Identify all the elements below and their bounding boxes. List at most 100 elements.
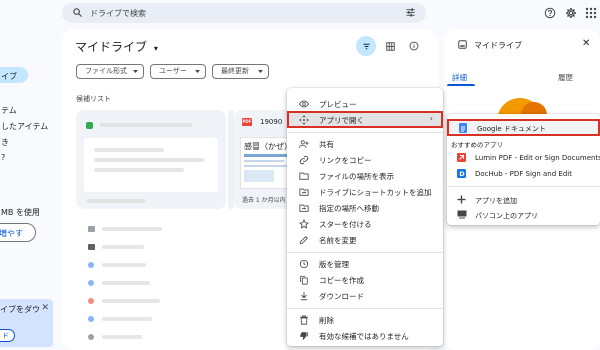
list-item[interactable]	[102, 227, 162, 231]
menu-item-label: プレビュー	[319, 100, 357, 109]
tab-activity[interactable]: 履歴	[558, 72, 573, 83]
promo-button-label: ド	[2, 332, 9, 340]
menu-divider	[447, 186, 600, 187]
computer-icon	[457, 210, 467, 220]
folder-icon	[88, 226, 95, 232]
list-item[interactable]	[102, 335, 142, 339]
info-icon[interactable]	[404, 36, 424, 56]
details-title: マイドライブ	[474, 41, 522, 50]
menu-item-preview[interactable]: プレビュー	[287, 96, 443, 112]
google-docs-icon	[459, 123, 469, 133]
thumb-heading: 感冒（かぜ）	[244, 142, 292, 151]
promo-close-icon[interactable]: ✕	[41, 303, 49, 313]
list-item[interactable]	[102, 299, 160, 303]
chevron-down-icon[interactable]: ▾	[154, 44, 158, 53]
menu-item-show-location[interactable]: ファイルの場所を表示	[287, 168, 443, 184]
menu-item-move[interactable]: 指定の場所へ移動	[287, 200, 443, 216]
menu-item-share[interactable]: 共有	[287, 136, 443, 152]
submenu-item-dochub[interactable]: D DocHub - PDF Sign and Edit	[447, 166, 600, 182]
submenu-item-label: Google ドキュメント	[477, 125, 546, 133]
file-reason-placeholder	[86, 199, 146, 203]
menu-item-star[interactable]: スターを付ける	[287, 216, 443, 232]
pdf-file-name: 19090	[260, 118, 283, 126]
menu-divider	[287, 308, 443, 309]
menu-item-label: リンクをコピー	[319, 156, 372, 165]
menu-item-download[interactable]: ダウンロード	[287, 288, 443, 304]
pencil-icon	[299, 235, 309, 245]
suggested-pdf-card[interactable]: PDF 19090 感冒（かぜ） 過去 1 か月以内	[234, 110, 294, 209]
promo-download-button[interactable]: ド	[0, 329, 15, 342]
apps-grid-icon[interactable]	[585, 7, 597, 19]
submenu-item-google-docs[interactable]: Google ドキュメント	[447, 119, 600, 136]
menu-item-delete[interactable]: 削除	[287, 312, 443, 328]
move-icon	[299, 203, 309, 213]
trash-icon	[299, 315, 309, 325]
menu-item-not-helpful[interactable]: 有効な候補ではありません	[287, 328, 443, 344]
pdf-thumbnail: 感冒（かぜ）	[240, 137, 294, 189]
details-close-icon[interactable]: ✕	[582, 38, 590, 49]
search-bar[interactable]: ドライブで検索	[62, 3, 426, 23]
submenu-item-add-app[interactable]: アプリを追加	[447, 192, 600, 208]
menu-item-rename[interactable]: 名前を変更	[287, 232, 443, 248]
pdf-file-icon: PDF	[242, 118, 252, 126]
folder-icon	[299, 171, 309, 181]
sidebar-item-recent[interactable]: き	[1, 137, 9, 148]
eye-icon	[299, 99, 309, 109]
sheets-file-icon	[86, 122, 93, 129]
menu-item-label: 指定の場所へ移動	[319, 204, 379, 213]
pdf-reason-text: 過去 1 か月以内	[242, 197, 286, 204]
list-item[interactable]	[102, 263, 146, 267]
filter-chip-people[interactable]: ユーザー	[150, 64, 206, 79]
thumb-down-icon	[299, 331, 309, 341]
submenu-item-label: Lumin PDF - Edit or Sign Documents	[475, 154, 600, 162]
promo-text: イブをダウ	[0, 305, 40, 314]
menu-item-make-copy[interactable]: コピーを作成	[287, 272, 443, 288]
sidebar-item-computers[interactable]: テム	[1, 105, 17, 116]
list-item[interactable]	[102, 245, 144, 249]
tab-details[interactable]: 詳細	[452, 72, 467, 83]
apps-move-icon	[299, 115, 309, 125]
caret-down-icon	[195, 70, 200, 73]
menu-item-open-with[interactable]: アプリで開く ›	[287, 111, 443, 128]
menu-divider	[287, 132, 443, 133]
menu-item-label: コピーを作成	[319, 276, 364, 285]
suggested-file-card[interactable]	[76, 110, 226, 209]
storage-usage-text: MB を使用	[1, 208, 40, 217]
search-options-icon[interactable]	[405, 7, 416, 18]
search-icon[interactable]	[72, 7, 83, 18]
menu-item-label: 名前を変更	[319, 236, 357, 245]
page-title[interactable]: マイドライブ ▾	[75, 38, 158, 55]
file-thumbnail	[84, 138, 218, 192]
submenu-item-lumin[interactable]: Lumin PDF - Edit or Sign Documents	[447, 150, 600, 166]
search-input[interactable]: ドライブで検索	[90, 8, 146, 19]
menu-item-label: 版を管理	[319, 260, 349, 269]
menu-item-manage-versions[interactable]: 版を管理	[287, 256, 443, 272]
grid-view-icon[interactable]	[380, 36, 400, 56]
menu-item-add-shortcut[interactable]: ドライブにショートカットを追加	[287, 184, 443, 200]
get-more-storage-button[interactable]: 増やす	[0, 223, 36, 242]
file-name-placeholder	[100, 123, 192, 127]
submenu-item-label: パソコン上のアプリ	[475, 212, 538, 220]
file-icon	[88, 334, 94, 340]
filter-chip-file-type[interactable]: ファイル形式	[76, 64, 144, 79]
filter-chip-label: 最終更新	[221, 67, 249, 75]
help-icon[interactable]	[544, 7, 556, 19]
menu-item-label: ダウンロード	[319, 292, 364, 301]
settings-gear-icon[interactable]	[565, 7, 577, 19]
submenu-item-computer-apps[interactable]: パソコン上のアプリ	[447, 207, 600, 223]
filter-icon[interactable]	[356, 36, 376, 56]
star-icon	[299, 219, 309, 229]
sidebar-item-starred[interactable]: ?	[1, 153, 5, 162]
shortcut-icon	[299, 187, 309, 197]
copy-icon	[299, 275, 309, 285]
list-item[interactable]	[102, 317, 152, 321]
plus-icon	[457, 195, 467, 205]
storage-button-label: 増やす	[0, 229, 23, 238]
sidebar-item-label: イブ	[1, 72, 17, 81]
filter-chip-modified[interactable]: 最終更新	[212, 64, 269, 79]
menu-divider	[287, 252, 443, 253]
sidebar-item-shared[interactable]: したアイテム	[1, 121, 48, 132]
download-icon	[299, 291, 309, 301]
list-item[interactable]	[102, 281, 150, 285]
menu-item-copy-link[interactable]: リンクをコピー	[287, 152, 443, 168]
